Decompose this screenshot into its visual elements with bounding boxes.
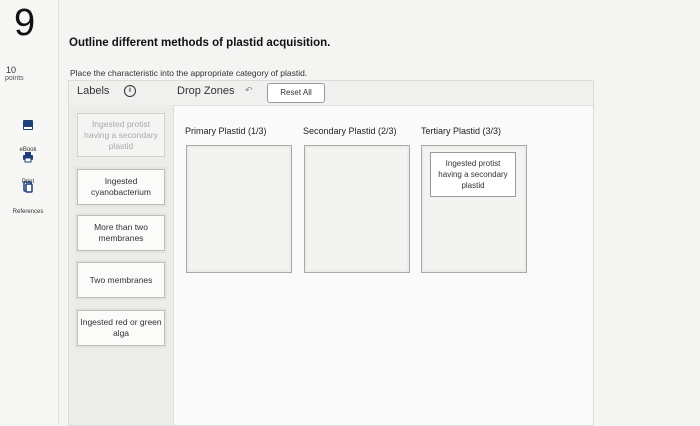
primary-plastid-dropzone[interactable] (186, 145, 292, 273)
tertiary-plastid-title: Tertiary Plastid (3/3) (421, 126, 502, 136)
printer-icon (4, 150, 52, 168)
question-area: Outline different methods of plastid acq… (58, 0, 700, 426)
label-tile[interactable]: Ingested red or green alga (77, 310, 165, 346)
placed-label[interactable]: Ingested protist having a secondary plas… (430, 152, 516, 197)
label-tile[interactable]: Ingested protist having a secondary plas… (77, 113, 165, 157)
undo-icon[interactable]: ↶ (245, 85, 253, 96)
secondary-plastid-dropzone[interactable] (304, 145, 410, 273)
points-label: points (5, 75, 24, 82)
labels-heading: Labels (77, 85, 110, 97)
instruction-text: Place the characteristic into the approp… (70, 68, 308, 78)
reset-all-button[interactable]: Reset All (267, 83, 325, 103)
sidebar: 9 10 points eBook Print References (0, 0, 59, 424)
drag-drop-panel: Labels i Drop Zones ↶ Reset All Ingested… (68, 80, 594, 426)
references-label: References (12, 209, 44, 215)
label-tile[interactable]: More than two membranes (77, 215, 165, 251)
points-value: 10 (6, 65, 17, 75)
tertiary-plastid-dropzone[interactable]: Ingested protist having a secondary plas… (421, 145, 527, 273)
question-title: Outline different methods of plastid acq… (69, 37, 331, 49)
panel-header: Labels i Drop Zones ↶ Reset All (69, 81, 593, 106)
label-tile[interactable]: Two membranes (77, 262, 165, 298)
secondary-plastid-title: Secondary Plastid (2/3) (303, 126, 397, 136)
dropzones-heading: Drop Zones (177, 85, 235, 97)
references-button[interactable]: References (4, 180, 52, 218)
book-icon (4, 118, 52, 136)
references-icon (4, 180, 52, 198)
label-tile[interactable]: Ingested cyanobacterium (77, 169, 165, 205)
question-number: 9 (14, 2, 36, 44)
info-icon[interactable]: i (124, 85, 136, 97)
labels-column: Ingested protist having a secondary plas… (69, 105, 174, 425)
primary-plastid-title: Primary Plastid (1/3) (185, 126, 267, 136)
